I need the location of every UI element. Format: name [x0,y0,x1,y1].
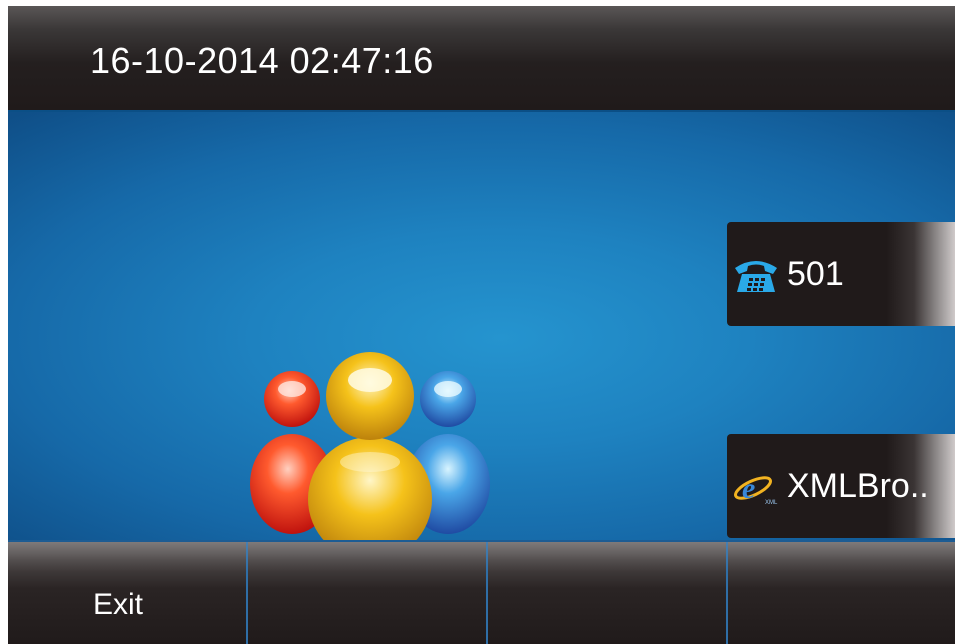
xml-browser-icon: e XML [734,472,778,506]
softkey-2[interactable] [248,542,488,644]
line-key-label: 501 [787,254,844,293]
line-key-xml-browser[interactable]: e XML XMLBro.. [727,434,955,538]
phone-screen: 16-10-2014 02:47:16 501 e XML XMLBro.. E… [8,6,955,644]
softkey-4[interactable] [728,542,955,644]
line-key-label: XMLBro.. [787,466,929,505]
svg-text:e: e [742,472,755,505]
softkey-3[interactable] [488,542,728,644]
softkey-label: Exit [93,588,144,621]
softkey-bar: Exit [8,540,955,644]
date-time: 16-10-2014 02:47:16 [90,40,434,81]
group-contacts-icon [250,352,490,544]
phone-icon [735,261,777,292]
svg-text:XML: XML [765,500,778,506]
exit-softkey[interactable]: Exit [8,542,248,644]
status-bar: 16-10-2014 02:47:16 [8,6,955,112]
line-key-501[interactable]: 501 [727,222,955,326]
